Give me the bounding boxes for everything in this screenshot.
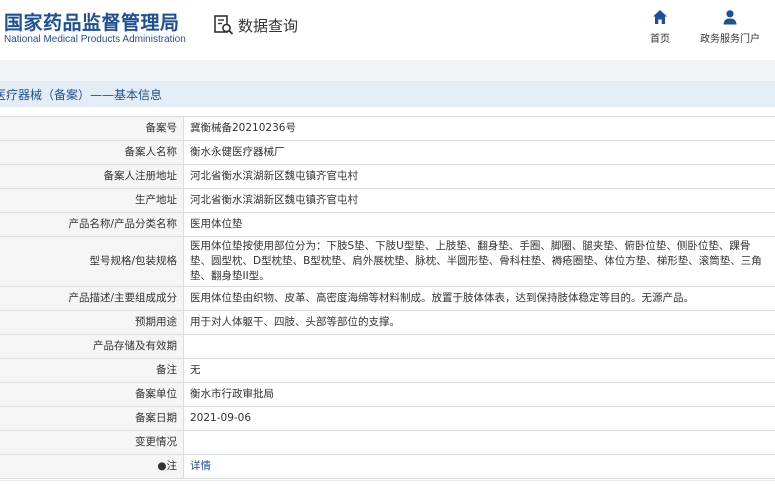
row-label: 备案单位 xyxy=(0,382,184,407)
table-row: 变更情况 xyxy=(0,430,775,455)
row-value: 用于对人体躯干、四肢、头部等部位的支撑。 xyxy=(183,310,775,335)
table-row: 备案日期 2021-09-06 xyxy=(0,406,775,431)
user-icon xyxy=(723,10,737,25)
row-value: 河北省衡水滨湖新区魏屯镇齐官屯村 xyxy=(183,164,775,189)
document-search-icon xyxy=(214,15,234,35)
table-row: 产品存储及有效期 xyxy=(0,334,775,359)
table-row: 生产地址 河北省衡水滨湖新区魏屯镇齐官屯村 xyxy=(0,188,775,213)
row-label: 产品名称/产品分类名称 xyxy=(0,212,184,237)
table-row: 备注 无 xyxy=(0,358,775,383)
table-row: 备案人注册地址 河北省衡水滨湖新区魏屯镇齐官屯村 xyxy=(0,164,775,189)
site-logo-en: National Medical Products Administration xyxy=(4,34,186,45)
site-logo-cn[interactable]: 国家药品监督管理局 xyxy=(4,8,180,35)
details-link[interactable]: 详情 xyxy=(190,460,211,472)
row-value xyxy=(183,334,775,359)
row-label: 生产地址 xyxy=(0,188,184,213)
row-label: 备案号 xyxy=(0,116,184,141)
table-row: 备案人名称 衡水永健医疗器械厂 xyxy=(0,140,775,165)
row-label: 产品描述/主要组成成分 xyxy=(0,286,184,311)
row-value: 冀衡械备20210236号 xyxy=(183,116,775,141)
row-value: 衡水永健医疗器械厂 xyxy=(183,140,775,165)
row-value xyxy=(183,430,775,455)
row-value: 衡水市行政审批局 xyxy=(183,382,775,407)
row-label: 预期用途 xyxy=(0,310,184,335)
row-value: 河北省衡水滨湖新区魏屯镇齐官屯村 xyxy=(183,188,775,213)
table-row: 产品描述/主要组成成分 医用体位垫由织物、皮革、高密度海绵等材料制成。放置于肢体… xyxy=(0,286,775,311)
row-value: 医用体位垫 xyxy=(183,212,775,237)
data-query-link[interactable]: 数据查询 xyxy=(213,14,298,36)
row-label: 备案人注册地址 xyxy=(0,164,184,189)
section-title: 医疗器械（备案）——基本信息 xyxy=(0,88,163,102)
table-row: 型号规格/包装规格 医用体位垫按使用部位分为：下肢S垫、下肢U型垫、上肢垫、翻身… xyxy=(0,236,775,287)
site-header: 国家药品监督管理局 National Medical Products Admi… xyxy=(0,0,775,60)
row-value: 医用体位垫按使用部位分为：下肢S垫、下肢U型垫、上肢垫、翻身垫、手圈、脚圈、腿夹… xyxy=(183,236,775,287)
section-title-bar: 医疗器械（备案）——基本信息 xyxy=(0,81,775,107)
table-row: 备案单位 衡水市行政审批局 xyxy=(0,382,775,407)
row-value: 详情 xyxy=(183,454,775,479)
row-label: ●注 xyxy=(0,454,184,479)
row-value: 无 xyxy=(183,358,775,383)
row-label: 产品存储及有效期 xyxy=(0,334,184,359)
home-icon xyxy=(653,10,667,24)
nav-home[interactable]: 首页 xyxy=(625,8,695,45)
row-label: 备注 xyxy=(0,358,184,383)
nav-home-label: 首页 xyxy=(650,34,670,45)
data-query-label: 数据查询 xyxy=(238,16,299,35)
nav-gov-portal-label: 政务服务门户 xyxy=(700,34,760,45)
row-value: 2021-09-06 xyxy=(183,406,775,431)
row-label: 备案人名称 xyxy=(0,140,184,165)
nav-gov-portal[interactable]: 政务服务门户 xyxy=(695,8,765,45)
table-row: 备案号 冀衡械备20210236号 xyxy=(0,116,775,141)
row-label: 备案日期 xyxy=(0,406,184,431)
row-label: 型号规格/包装规格 xyxy=(0,236,184,287)
header-separator xyxy=(0,60,775,81)
row-value: 医用体位垫由织物、皮革、高密度海绵等材料制成。放置于肢体体表，达到保持肢体稳定等… xyxy=(183,286,775,311)
footer-divider xyxy=(0,480,775,481)
table-row: 预期用途 用于对人体躯干、四肢、头部等部位的支撑。 xyxy=(0,310,775,335)
table-row: ●注 详情 xyxy=(0,454,775,479)
section-spacer xyxy=(0,107,775,116)
table-row: 产品名称/产品分类名称 医用体位垫 xyxy=(0,212,775,237)
info-table: 备案号 冀衡械备20210236号 备案人名称 衡水永健医疗器械厂 备案人注册地… xyxy=(0,116,775,479)
row-label: 变更情况 xyxy=(0,430,184,455)
